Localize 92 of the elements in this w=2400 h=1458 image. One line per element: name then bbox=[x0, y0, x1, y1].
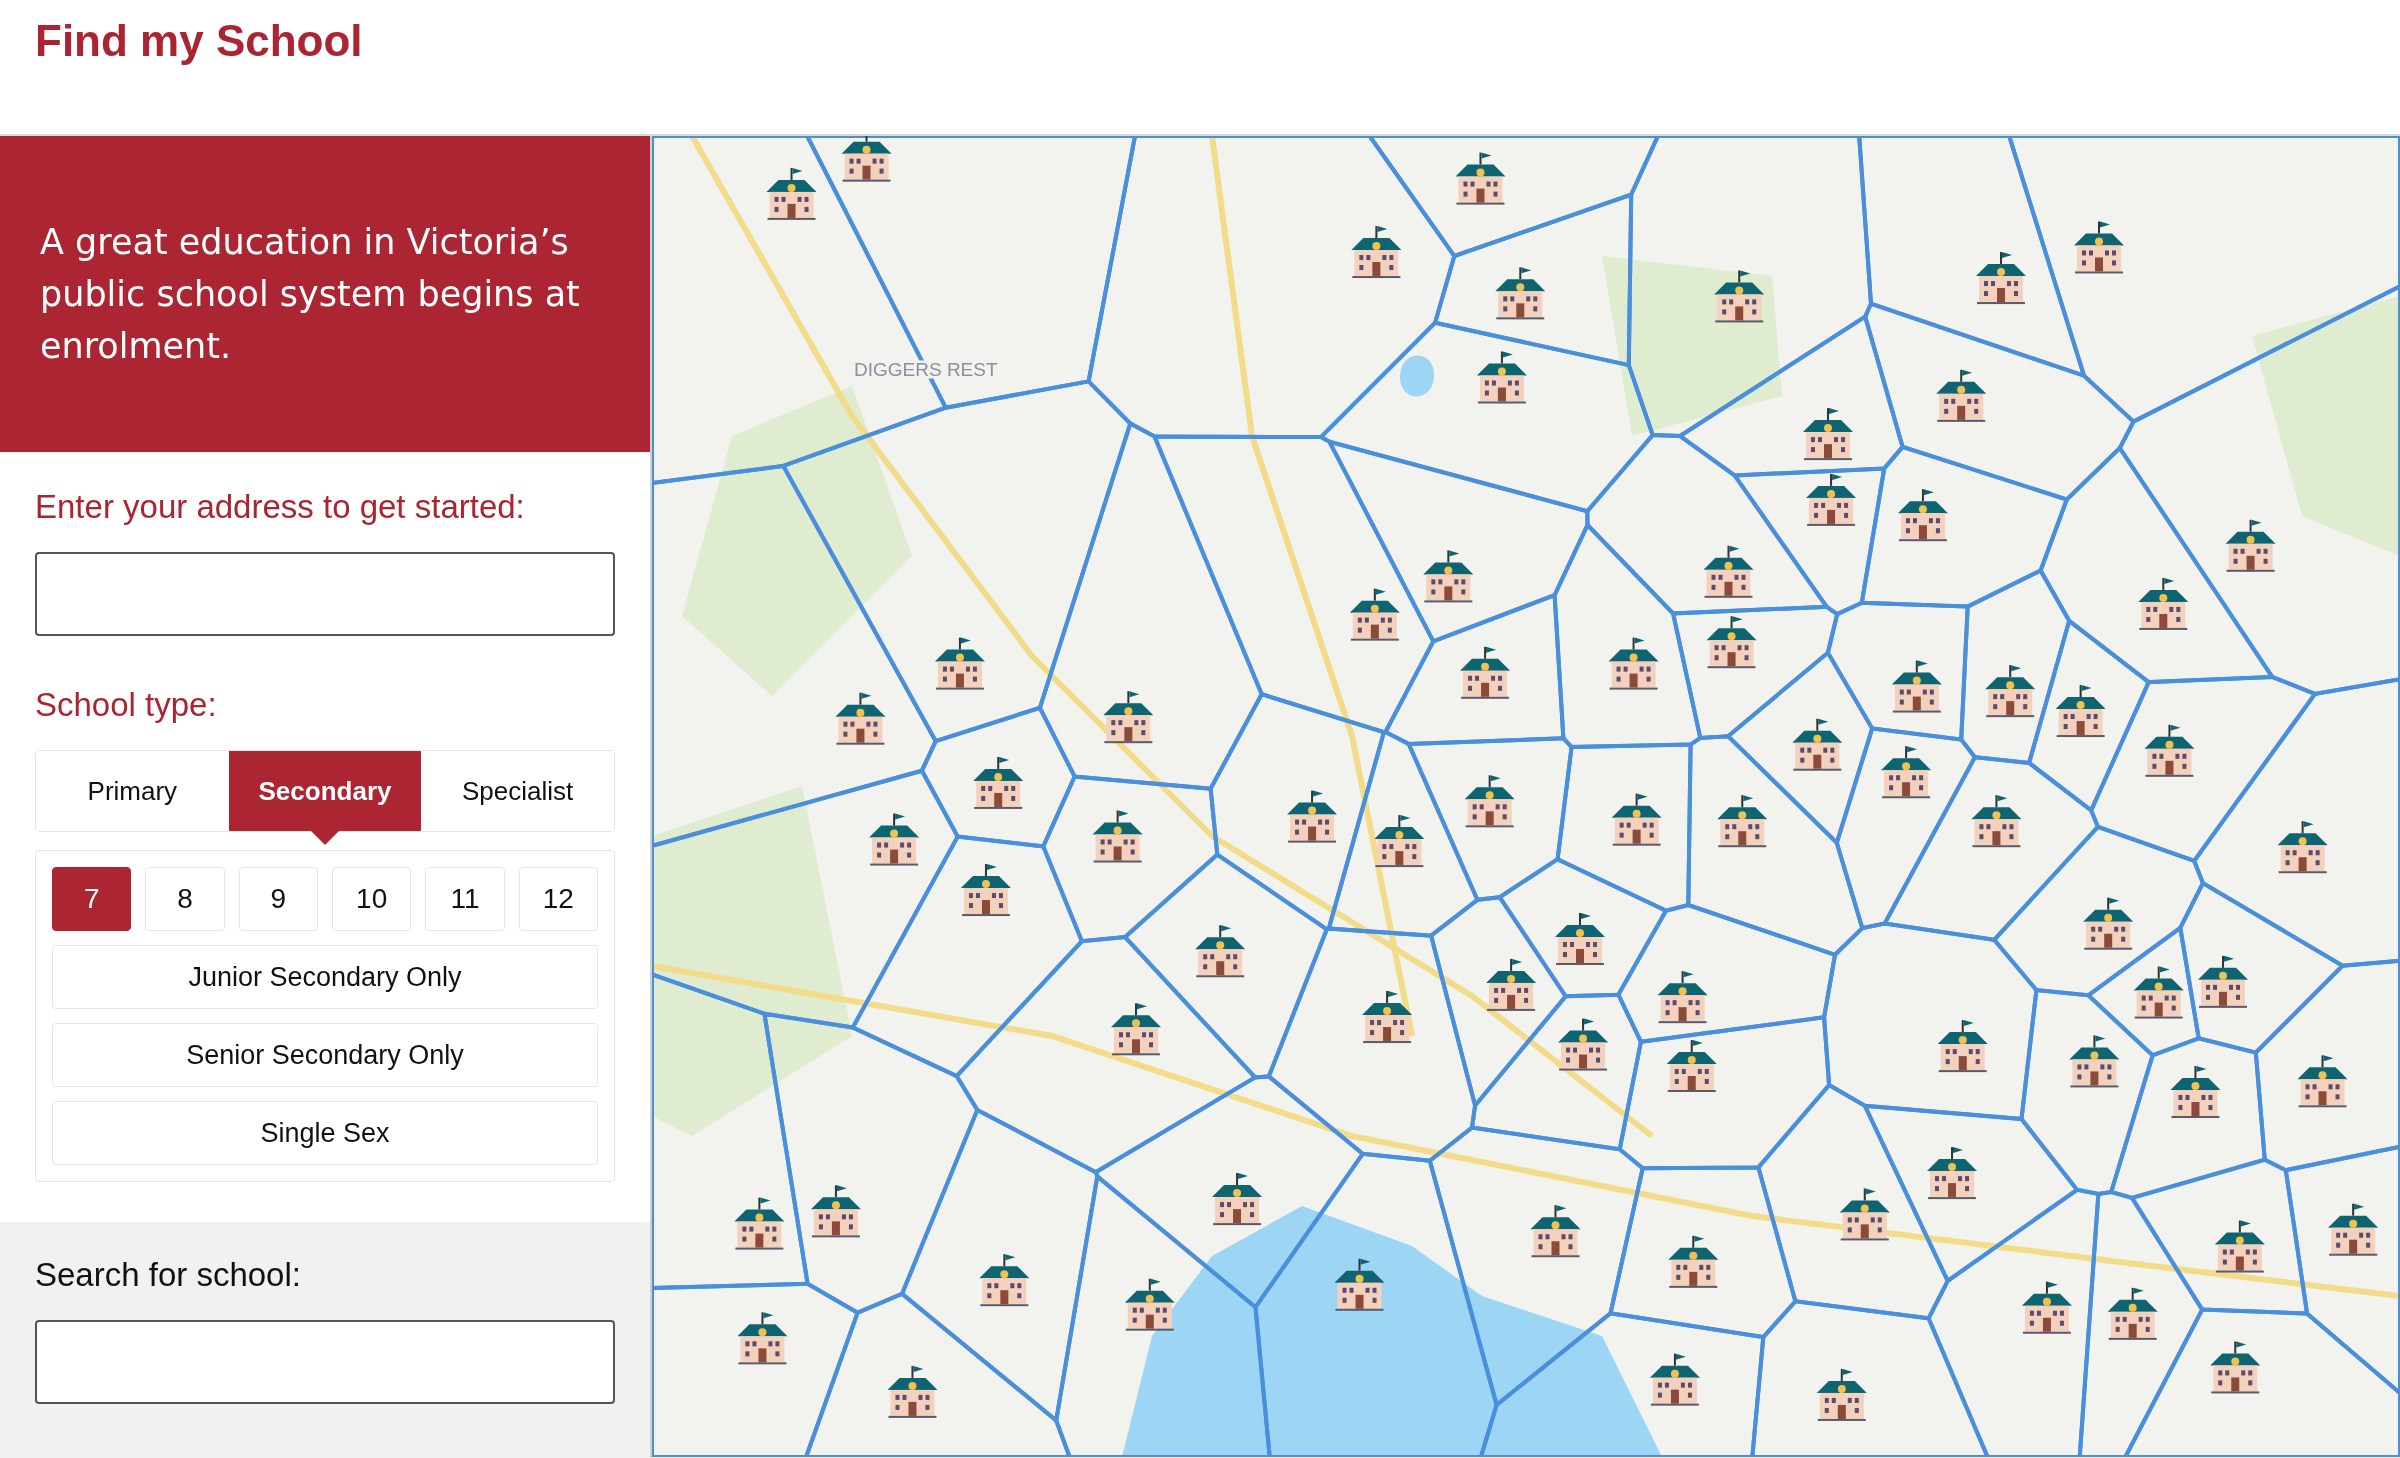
school-icon[interactable] bbox=[1937, 1020, 1988, 1073]
school-icon[interactable] bbox=[2210, 1341, 2261, 1394]
year-button[interactable]: 11 bbox=[425, 867, 505, 931]
school-icon[interactable] bbox=[2297, 1055, 2348, 1108]
school-icon[interactable] bbox=[1476, 351, 1527, 404]
school-icon[interactable] bbox=[2133, 966, 2184, 1019]
school-icon[interactable] bbox=[1927, 1147, 1978, 1200]
school-icon[interactable] bbox=[1611, 793, 1662, 846]
school-icon[interactable] bbox=[2144, 724, 2195, 777]
school-icon[interactable] bbox=[2225, 519, 2276, 572]
school-icon[interactable] bbox=[1668, 1235, 1719, 1288]
school-icon[interactable] bbox=[960, 864, 1011, 917]
filter-button[interactable]: Single Sex bbox=[52, 1101, 598, 1165]
school-icon[interactable] bbox=[1803, 408, 1853, 461]
school-icon[interactable] bbox=[1706, 616, 1757, 669]
school-icon[interactable] bbox=[1816, 1368, 1867, 1421]
school-icon[interactable] bbox=[1111, 1003, 1161, 1056]
school-icon[interactable] bbox=[1976, 252, 2026, 305]
school-icon[interactable] bbox=[1455, 152, 1506, 205]
school-icon[interactable] bbox=[2170, 1066, 2221, 1118]
school-icon[interactable] bbox=[1092, 810, 1143, 863]
school-icon[interactable] bbox=[1495, 267, 1546, 320]
school-icon[interactable] bbox=[2198, 955, 2248, 1008]
school-type-label: School type: bbox=[35, 686, 217, 724]
year-button[interactable]: 10 bbox=[332, 867, 412, 931]
school-icon[interactable] bbox=[1714, 270, 1765, 323]
address-field[interactable] bbox=[35, 552, 615, 636]
school-icon[interactable] bbox=[1717, 795, 1768, 848]
school-icon[interactable] bbox=[1558, 1018, 1609, 1071]
school-icon[interactable] bbox=[841, 136, 892, 182]
school-icon[interactable] bbox=[1464, 775, 1515, 828]
school-icon[interactable] bbox=[2138, 577, 2189, 630]
school-icon[interactable] bbox=[1657, 971, 1708, 1024]
school-icon[interactable] bbox=[1936, 369, 1987, 422]
address-label: Enter your address to get started: bbox=[35, 488, 525, 526]
school-icon[interactable] bbox=[979, 1254, 1030, 1307]
school-icon[interactable] bbox=[1897, 489, 1948, 542]
year-button[interactable]: 8 bbox=[145, 867, 225, 931]
school-icon[interactable] bbox=[1374, 815, 1425, 868]
year-button[interactable]: 9 bbox=[238, 867, 318, 931]
school-icon[interactable] bbox=[1971, 795, 2022, 848]
filter-button[interactable]: Junior Secondary Only bbox=[52, 945, 598, 1009]
school-icon[interactable] bbox=[1124, 1278, 1175, 1331]
search-field[interactable] bbox=[35, 1320, 615, 1404]
school-icon[interactable] bbox=[1103, 691, 1154, 744]
school-icon[interactable] bbox=[2107, 1287, 2158, 1340]
school-icon[interactable] bbox=[1666, 1040, 1717, 1092]
school-icon[interactable] bbox=[1334, 1258, 1385, 1311]
school-icon[interactable] bbox=[1608, 637, 1659, 690]
school-icon[interactable] bbox=[1881, 746, 1932, 799]
school-icon[interactable] bbox=[934, 637, 985, 690]
school-type-tab[interactable]: Secondary bbox=[228, 751, 422, 845]
school-icon[interactable] bbox=[1806, 473, 1857, 526]
search-label: Search for school: bbox=[35, 1256, 301, 1294]
school-icon[interactable] bbox=[1703, 545, 1754, 598]
school-icon[interactable] bbox=[2069, 1035, 2120, 1088]
year-button[interactable]: 7 bbox=[52, 867, 132, 931]
school-icon[interactable] bbox=[1362, 991, 1413, 1044]
banner-text: A great education in Victoria’s public school system begins at enrolment. bbox=[40, 221, 581, 368]
school-icon[interactable] bbox=[835, 692, 886, 745]
school-icon[interactable] bbox=[1530, 1205, 1581, 1258]
page-title: Find my School bbox=[35, 16, 363, 66]
school-icon[interactable] bbox=[1195, 925, 1246, 978]
school-icon[interactable] bbox=[1839, 1188, 1890, 1241]
school-icon[interactable] bbox=[1891, 660, 1942, 713]
year-button[interactable]: 12 bbox=[518, 867, 598, 931]
school-icon[interactable] bbox=[973, 756, 1024, 809]
school-icon[interactable] bbox=[1649, 1353, 1700, 1406]
school-icon[interactable] bbox=[2021, 1281, 2072, 1334]
school-icon[interactable] bbox=[1212, 1173, 1263, 1226]
filter-button[interactable]: Senior Secondary Only bbox=[52, 1023, 598, 1087]
school-icon[interactable] bbox=[869, 813, 920, 866]
school-icon[interactable] bbox=[1486, 958, 1537, 1011]
school-icon[interactable] bbox=[734, 1197, 785, 1250]
school-icon[interactable] bbox=[766, 167, 817, 220]
school-icon[interactable] bbox=[1423, 550, 1474, 603]
school-icon[interactable] bbox=[2055, 685, 2106, 738]
school-icon[interactable] bbox=[737, 1312, 788, 1365]
school-icon[interactable] bbox=[1287, 790, 1338, 843]
school-icon[interactable] bbox=[1985, 665, 2036, 718]
school-icon[interactable] bbox=[1792, 718, 1843, 771]
school-icon[interactable] bbox=[1349, 588, 1400, 641]
school-icon[interactable] bbox=[1460, 646, 1511, 699]
school-icon[interactable] bbox=[2074, 221, 2124, 274]
school-icon[interactable] bbox=[810, 1185, 861, 1238]
school-icon[interactable] bbox=[1555, 913, 1605, 965]
school-icon[interactable] bbox=[2083, 897, 2134, 950]
school-icon[interactable] bbox=[2214, 1220, 2265, 1273]
school-icon[interactable] bbox=[2328, 1203, 2379, 1256]
school-icon[interactable] bbox=[2277, 821, 2328, 874]
school-icon[interactable] bbox=[1351, 226, 1402, 279]
school-icon[interactable] bbox=[887, 1365, 938, 1418]
